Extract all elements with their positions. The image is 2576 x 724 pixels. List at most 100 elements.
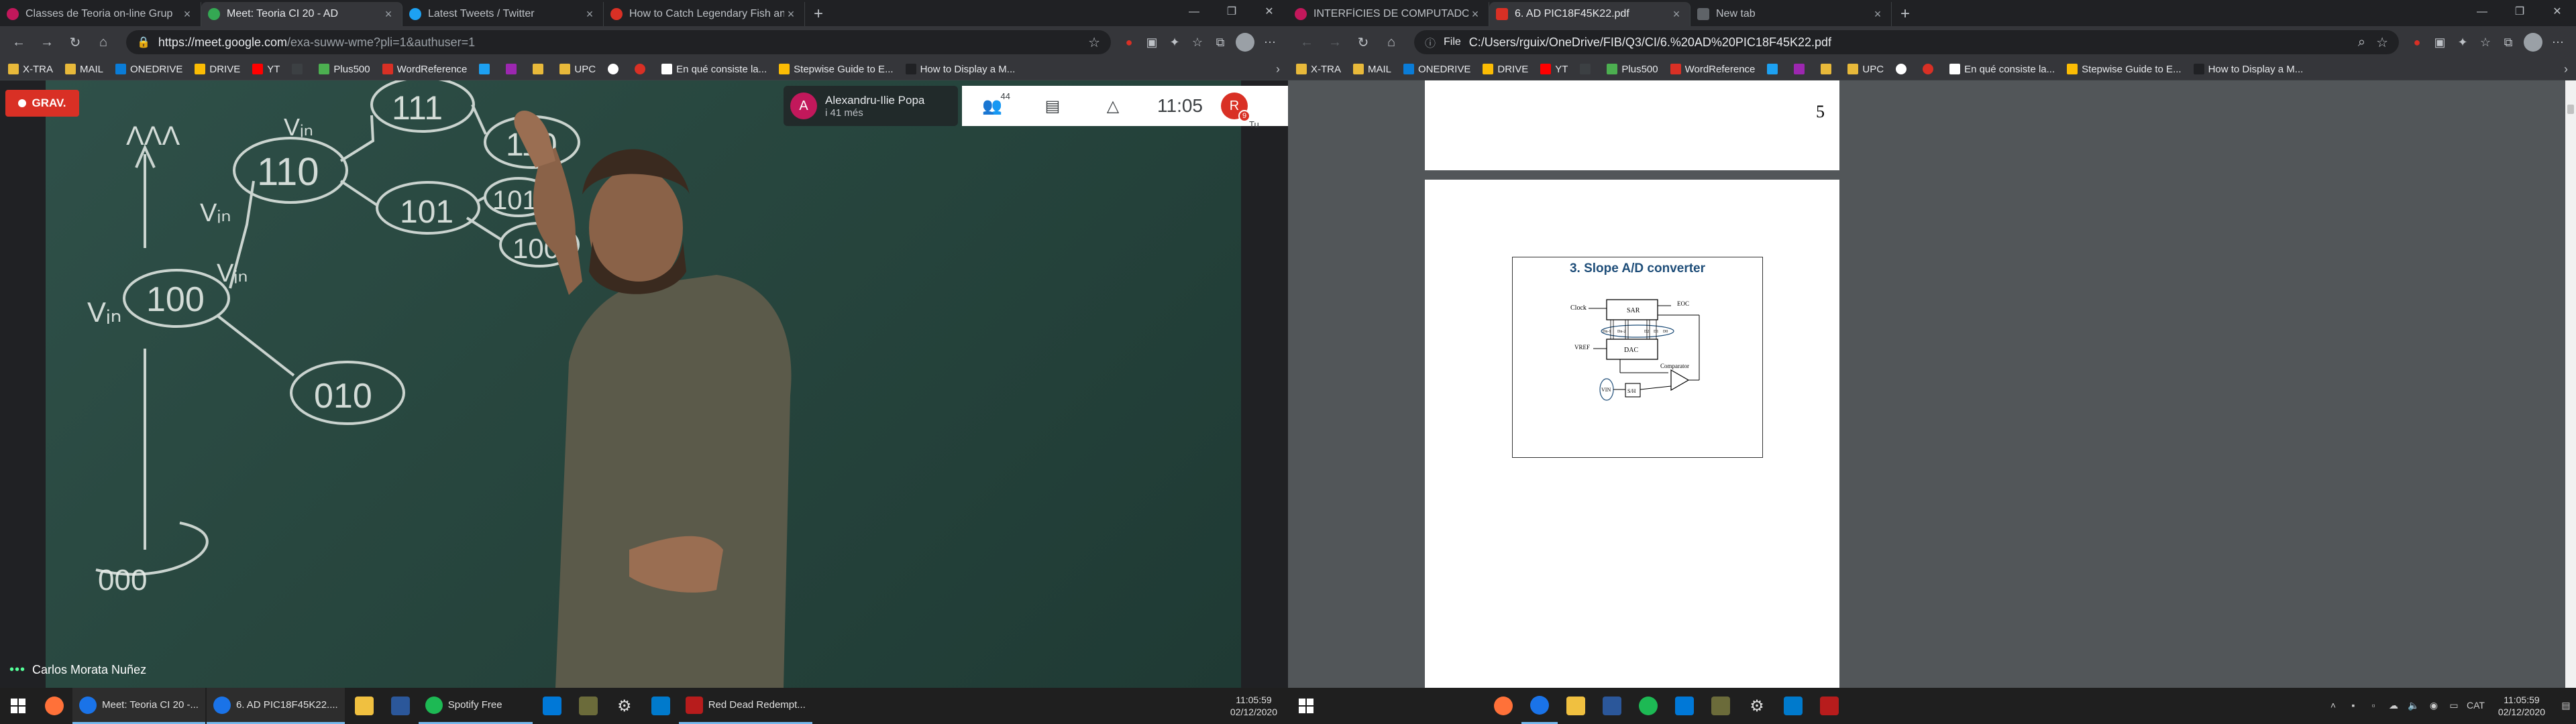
firefox-icon[interactable] [1485, 688, 1521, 724]
firefox-icon[interactable] [36, 688, 72, 724]
bookmark-item[interactable] [635, 64, 649, 74]
windows-start-icon[interactable] [0, 688, 36, 724]
word-icon[interactable] [382, 688, 419, 724]
back-icon[interactable]: ← [7, 30, 31, 54]
battery-icon[interactable]: ▭ [2447, 700, 2461, 712]
extension-icon[interactable]: ● [1118, 31, 1140, 54]
photos-icon[interactable] [534, 688, 570, 724]
chevron-up-icon[interactable]: ˄ [2326, 700, 2341, 712]
windows-start-icon[interactable] [1288, 688, 1324, 724]
maximize-icon[interactable]: ❐ [2501, 0, 2538, 26]
bookmark-item[interactable]: En qué consiste la... [661, 64, 767, 75]
menu-icon[interactable]: ⋯ [2546, 31, 2569, 54]
spotify-icon[interactable] [1630, 688, 1666, 724]
extension-icon[interactable]: ▣ [1140, 31, 1163, 54]
volume-icon[interactable]: 🔈 [2406, 700, 2421, 712]
activities-button[interactable]: △ [1083, 86, 1143, 126]
extension-icon[interactable]: ✦ [2451, 31, 2474, 54]
reload-icon[interactable]: ↻ [63, 30, 87, 54]
close-icon[interactable]: × [583, 7, 596, 21]
bookmark-item[interactable]: MAIL [1353, 64, 1391, 75]
tab-pdf[interactable]: 6. AD PIC18F45K22.pdf × [1489, 2, 1690, 26]
close-window-icon[interactable]: ✕ [2538, 0, 2576, 26]
forward-icon[interactable]: → [35, 30, 59, 54]
bookmark-star-icon[interactable]: ☆ [2376, 34, 2388, 51]
game-icon[interactable] [1811, 688, 1847, 724]
participants-button[interactable]: 👥 44 [962, 86, 1022, 126]
profile-avatar[interactable] [1236, 33, 1254, 52]
bookmark-item[interactable] [1821, 64, 1835, 74]
close-icon[interactable]: × [1871, 7, 1884, 21]
tab-fish[interactable]: How to Catch Legendary Fish an × [604, 2, 805, 26]
file-explorer-icon[interactable] [1558, 688, 1594, 724]
back-icon[interactable]: ← [1295, 30, 1319, 54]
bookmark-item[interactable]: MAIL [65, 64, 103, 75]
chevron-right-icon[interactable]: › [2564, 62, 2568, 76]
bookmark-item[interactable] [533, 64, 547, 74]
bookmark-item[interactable]: Stepwise Guide to E... [2067, 64, 2182, 75]
bookmark-item[interactable]: How to Display a M... [2193, 64, 2303, 75]
app-icon[interactable] [1703, 688, 1739, 724]
extensions-puzzle-icon[interactable]: ⧉ [1209, 31, 1232, 54]
tab-interficies[interactable]: INTERFÍCIES DE COMPUTADORS × [1288, 2, 1489, 26]
close-icon[interactable]: × [784, 7, 798, 21]
extension-icon[interactable]: ✦ [1163, 31, 1186, 54]
taskbar-app-pdf[interactable]: 6. AD PIC18F45K22.... [206, 688, 345, 724]
presenter-chip[interactable]: A Alexandru-Ilie Popa i 41 més [784, 86, 958, 126]
bookmark-item[interactable] [1923, 64, 1937, 74]
tab-new[interactable]: New tab × [1690, 2, 1892, 26]
home-icon[interactable]: ⌂ [91, 30, 115, 54]
bookmark-item[interactable] [1767, 64, 1782, 74]
chat-button[interactable]: ▤ [1022, 86, 1083, 126]
bookmark-star-icon[interactable]: ☆ [1088, 34, 1100, 51]
bookmark-item[interactable] [1580, 64, 1595, 74]
bookmark-item[interactable]: ONEDRIVE [1403, 64, 1470, 75]
vscode-icon[interactable] [1775, 688, 1811, 724]
bookmark-item[interactable]: DRIVE [1483, 64, 1528, 75]
new-tab-button[interactable]: + [805, 2, 832, 26]
bookmark-item[interactable]: YT [252, 64, 280, 75]
bookmark-item[interactable]: WordReference [382, 64, 467, 75]
word-icon[interactable] [1594, 688, 1630, 724]
tray-app-icon[interactable]: ▪ [2346, 700, 2361, 712]
bookmark-item[interactable] [608, 64, 623, 74]
close-icon[interactable]: × [382, 7, 395, 21]
tab-twitter[interactable]: Latest Tweets / Twitter × [402, 2, 604, 26]
reload-icon[interactable]: ↻ [1351, 30, 1375, 54]
taskbar-app-spotify[interactable]: Spotify Free [418, 688, 533, 724]
menu-icon[interactable]: ⋯ [1258, 31, 1281, 54]
clock[interactable]: 11:05:59 02/12/2020 [1220, 694, 1288, 718]
extensions-puzzle-icon[interactable]: ⧉ [2497, 31, 2520, 54]
extension-icon[interactable]: ● [2406, 31, 2428, 54]
bookmark-item[interactable]: Plus500 [319, 64, 370, 75]
close-icon[interactable]: × [180, 7, 194, 21]
bookmark-item[interactable]: X-TRA [8, 64, 53, 75]
app-icon[interactable] [570, 688, 606, 724]
zoom-icon[interactable]: ⌕ [2358, 35, 2365, 50]
scrollbar-thumb[interactable] [2567, 105, 2574, 114]
bookmark-item[interactable] [1896, 64, 1911, 74]
profile-avatar[interactable] [2524, 33, 2542, 52]
minimize-icon[interactable]: — [2463, 0, 2501, 26]
bookmark-item[interactable]: X-TRA [1296, 64, 1341, 75]
bookmark-item[interactable]: How to Display a M... [905, 64, 1015, 75]
bookmark-item[interactable] [292, 64, 307, 74]
notifications-icon[interactable]: ▤ [2559, 700, 2573, 712]
file-explorer-icon[interactable] [346, 688, 382, 724]
new-tab-button[interactable]: + [1892, 2, 1919, 26]
taskbar-app-meet[interactable]: Meet: Teoria CI 20 -... [72, 688, 205, 724]
photos-icon[interactable] [1666, 688, 1703, 724]
self-avatar[interactable]: R 9 [1221, 93, 1250, 122]
clock[interactable]: 11:05:59 02/12/2020 [2487, 694, 2556, 718]
bookmark-item[interactable] [479, 64, 494, 74]
bookmark-item[interactable]: ONEDRIVE [115, 64, 182, 75]
address-bar[interactable]: ⓘ File C:/Users/rguix/OneDrive/FIB/Q3/CI… [1414, 30, 2399, 54]
bookmark-item[interactable]: Stepwise Guide to E... [779, 64, 894, 75]
bookmark-item[interactable]: UPC [559, 64, 596, 75]
tab-meet[interactable]: Meet: Teoria CI 20 - AD × [201, 2, 402, 26]
bookmark-item[interactable]: YT [1540, 64, 1568, 75]
address-bar[interactable]: 🔒 https://meet.google.com /exa-suww-wme?… [126, 30, 1111, 54]
taskbar-app-rdr2[interactable]: Red Dead Redempt... [678, 688, 812, 724]
network-icon[interactable]: ◉ [2426, 700, 2441, 712]
pdf-scrollbar[interactable] [2565, 80, 2576, 688]
